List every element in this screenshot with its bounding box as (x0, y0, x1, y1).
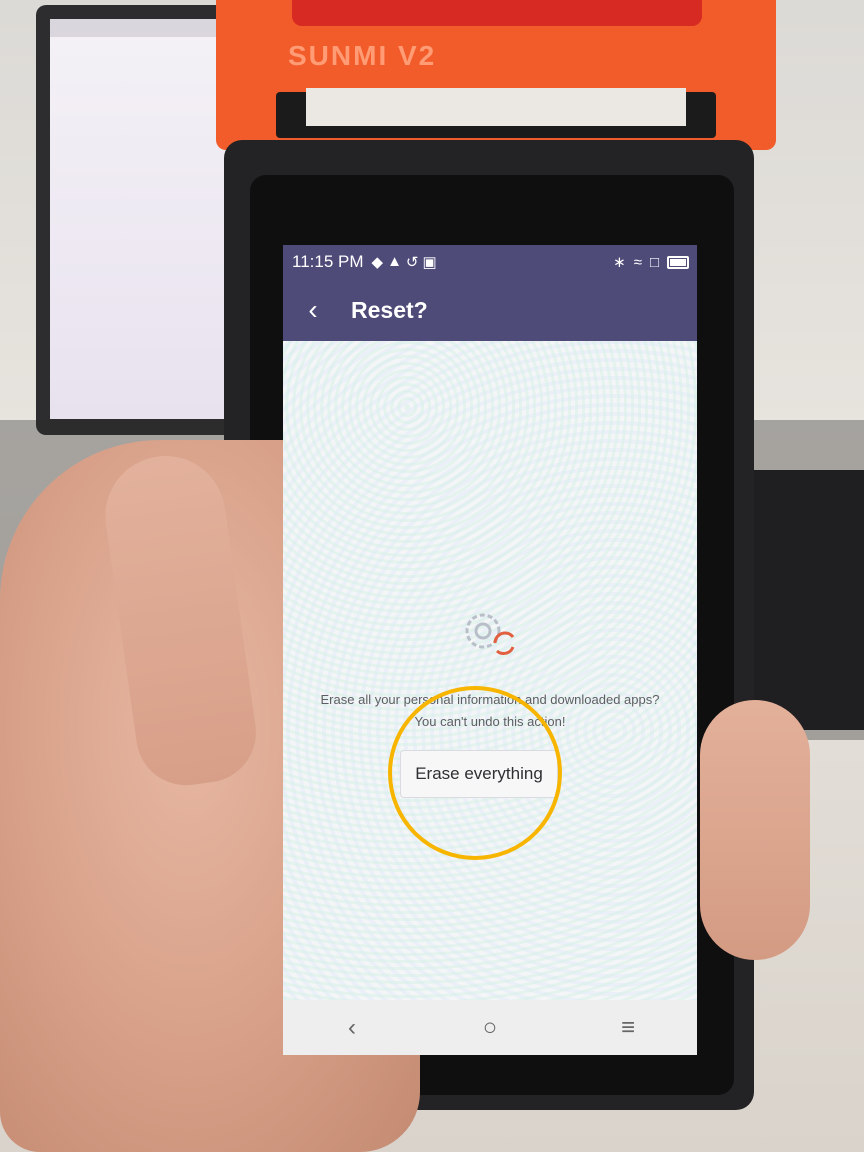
nav-menu-icon[interactable]: ≡ (598, 1006, 658, 1050)
battery-icon (667, 255, 689, 269)
nav-back-icon[interactable]: ‹ (322, 1006, 382, 1050)
sync-icon: ↺ (405, 254, 419, 271)
page-title: Reset? (351, 296, 428, 323)
wifi-icon: ≈ (633, 253, 642, 271)
device-brand: SUNMI V2 (288, 40, 437, 71)
gear-reset-icon (465, 613, 515, 656)
chevron-left-icon[interactable]: ‹ (293, 290, 333, 330)
receipt-printer-head: SUNMI V2 (216, 0, 776, 150)
warning-icon: ▲ (387, 253, 402, 270)
status-system-icons: ∗ ≈ □ (613, 253, 689, 271)
photo-scene: SUNMI V2 11:15 PM ◆ ▲ ↺ ▣ ∗ ≈ □ ‹ Reset?… (0, 0, 864, 1152)
reset-warning-text: Erase all your personal information and … (283, 689, 697, 733)
status-time: 11:15 PM (292, 252, 364, 271)
shield-icon: ◆ (371, 254, 384, 271)
reset-warning-line2: You can't undo this action! (414, 714, 566, 729)
status-bar: 11:15 PM ◆ ▲ ↺ ▣ ∗ ≈ □ (283, 245, 697, 279)
sim-icon: □ (649, 253, 659, 271)
app-bar: ‹ Reset? (283, 279, 697, 341)
receipt-paper (306, 88, 686, 126)
navigation-bar: ‹ ○ ≡ (283, 1000, 697, 1055)
nav-home-icon[interactable]: ○ (460, 1006, 520, 1050)
status-notification-icons: ◆ ▲ ↺ ▣ (372, 253, 437, 271)
device-screen: 11:15 PM ◆ ▲ ↺ ▣ ∗ ≈ □ ‹ Reset? Erase al… (283, 245, 697, 1055)
erase-everything-button[interactable]: Erase everything (400, 750, 558, 798)
right-finger (700, 700, 810, 960)
printer-label (292, 0, 702, 26)
bluetooth-icon: ∗ (613, 254, 626, 271)
reset-warning-line1: Erase all your personal information and … (320, 692, 660, 707)
image-icon: ▣ (422, 254, 437, 271)
